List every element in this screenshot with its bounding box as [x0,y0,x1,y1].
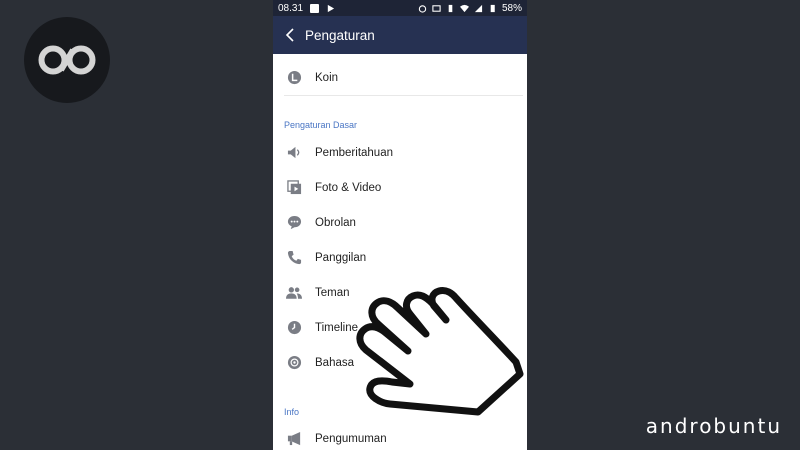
settings-item-label: Teman [315,286,350,299]
megaphone-icon [287,431,300,446]
back-button[interactable] [275,28,305,42]
settings-item-label: Koin [315,71,339,84]
page-title: Pengaturan [305,27,375,43]
settings-item-label: Pengumuman [315,432,387,445]
section-title-info: Info [284,407,300,417]
settings-item-obrolan[interactable]: Obrolan [273,205,527,240]
battery-percent: 58% [501,2,522,14]
clock-icon [287,320,301,335]
play-store-icon [327,4,335,12]
settings-item-foto-video[interactable]: Foto & Video [273,170,527,205]
wifi-icon [459,4,469,12]
speaker-icon [287,146,299,159]
settings-item-koin[interactable]: Koin [273,60,527,95]
settings-item-pemberitahuan[interactable]: Pemberitahuan [273,135,527,170]
settings-item-label: Panggilan [315,251,367,264]
divider [284,95,523,96]
cast-icon [432,4,441,12]
photo-video-icon [286,180,301,195]
status-bar: 08.31 58% [273,0,527,16]
signal-icon [474,4,483,12]
alarm-icon [418,4,427,13]
vibrate-icon [448,4,453,12]
settings-item-label: Foto & Video [315,181,382,194]
settings-item-label: Bahasa [315,356,355,369]
app-header: Pengaturan [273,16,527,54]
battery-icon [490,4,495,12]
settings-item-label: Obrolan [315,216,356,229]
logo-mark-icon [38,45,96,75]
pointing-hand-icon [356,287,524,416]
status-time: 08.31 [278,2,304,14]
phone-icon [287,250,301,265]
chat-icon [287,215,301,230]
settings-item-panggilan[interactable]: Panggilan [273,240,527,275]
globe-icon [287,355,301,370]
section-title-basic: Pengaturan Dasar [284,120,358,130]
channel-logo [24,17,110,103]
settings-item-pengumuman[interactable]: Pengumuman [273,421,527,450]
friends-icon [286,287,302,299]
watermark-text: androbuntu [645,414,782,438]
notification-icon [310,3,320,13]
coin-icon [287,70,301,85]
settings-item-label: Pemberitahuan [315,146,393,159]
chevron-left-icon [285,28,294,42]
